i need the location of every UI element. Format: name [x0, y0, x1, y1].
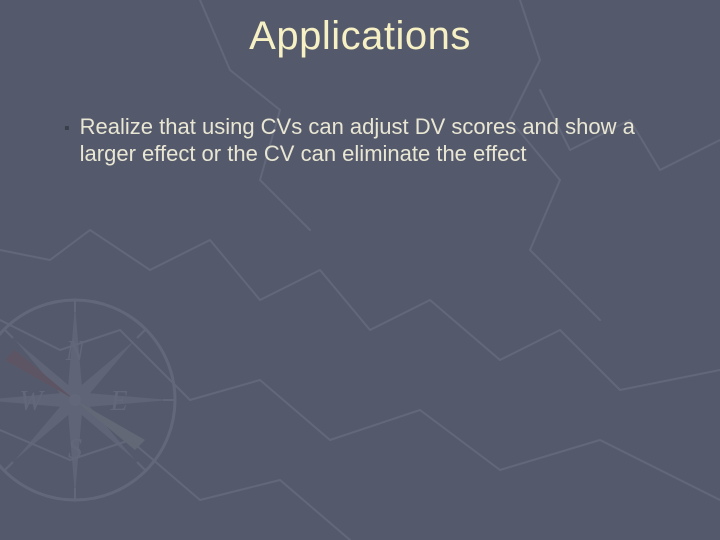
compass-map-background: N E S W — [0, 0, 720, 540]
bullet-list: ▪ Realize that using CVs can adjust DV s… — [64, 114, 680, 168]
list-item: ▪ Realize that using CVs can adjust DV s… — [64, 114, 680, 168]
svg-text:N: N — [65, 336, 86, 367]
slide: N E S W Applications ▪ Realize that usin… — [0, 0, 720, 540]
svg-text:W: W — [19, 386, 45, 417]
bullet-marker-icon: ▪ — [64, 116, 70, 142]
svg-text:S: S — [68, 434, 82, 465]
slide-title: Applications — [0, 14, 720, 59]
svg-text:E: E — [109, 386, 127, 417]
bullet-text: Realize that using CVs can adjust DV sco… — [80, 114, 680, 168]
